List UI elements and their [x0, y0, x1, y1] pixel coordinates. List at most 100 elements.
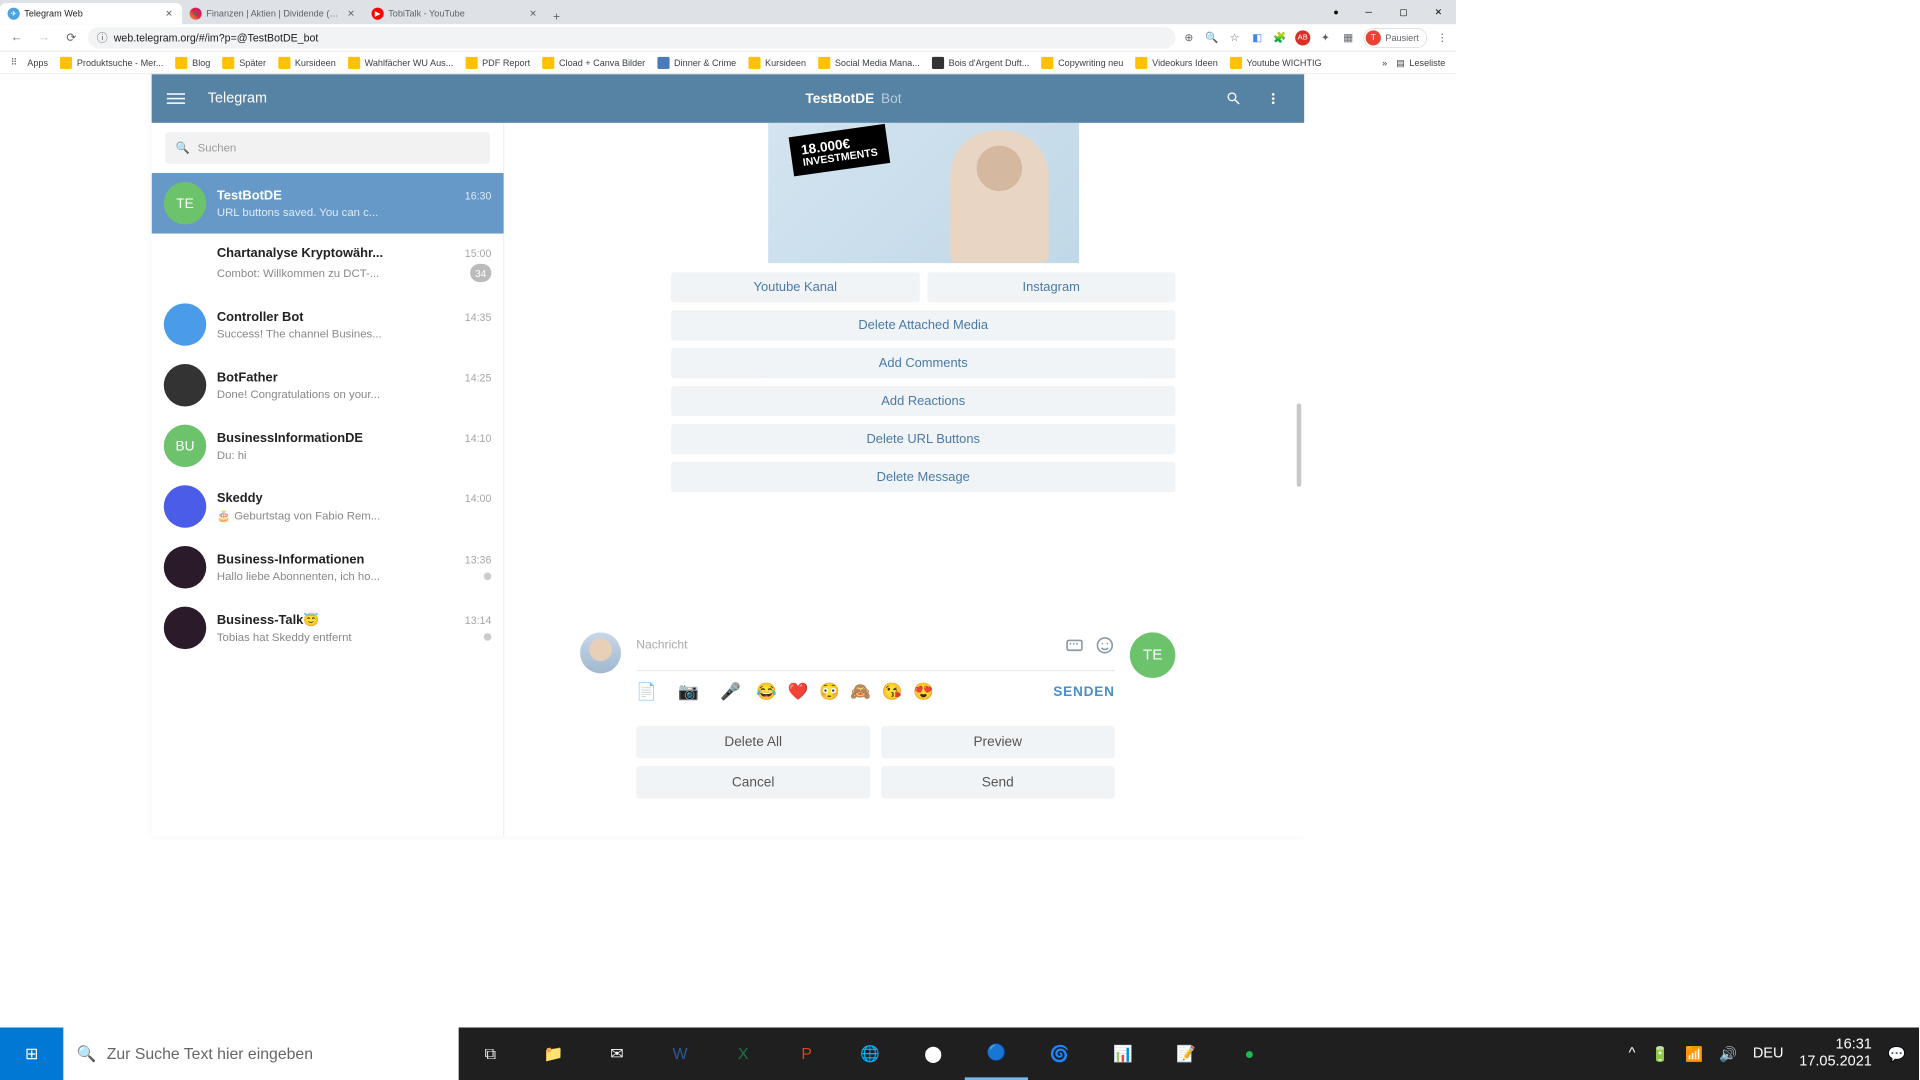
bookmark-item[interactable]: Bois d'Argent Duft...	[927, 53, 1033, 71]
emoji-quick[interactable]: 🙈	[850, 682, 871, 702]
bookmark-item[interactable]: Produktsuche - Mer...	[56, 53, 168, 71]
extension-icon[interactable]: 🧩	[1272, 30, 1287, 45]
browser-tab-1[interactable]: ✈ Telegram Web ✕	[0, 3, 182, 24]
address-bar[interactable]: ⓘ web.telegram.org/#/im?p=@TestBotDE_bot	[88, 27, 1175, 48]
bookmark-item[interactable]: Wahlfächer WU Aus...	[343, 53, 457, 71]
tray-chevron-icon[interactable]: ^	[1629, 1046, 1636, 1062]
new-tab-button[interactable]: +	[546, 11, 567, 25]
browser-tab-2[interactable]: ● Finanzen | Aktien | Dividende (@... ✕	[182, 3, 364, 24]
emoji-quick[interactable]: 😍	[913, 682, 934, 702]
extensions-menu-icon[interactable]: ✦	[1318, 30, 1333, 45]
message-input[interactable]	[636, 638, 1064, 652]
chat-item[interactable]: Business-Talk😇13:14 Tobias hat Skeddy en…	[152, 598, 504, 659]
bookmark-icon[interactable]: ☆	[1227, 30, 1242, 45]
bookmark-item[interactable]: Cload + Canva Bilder	[538, 53, 650, 71]
chat-item[interactable]: Chartanalyse Kryptowähr...15:00 Combot: …	[152, 234, 504, 295]
account-icon[interactable]: ●	[1321, 0, 1351, 24]
bookmark-item[interactable]: Kursideen	[274, 53, 341, 71]
chat-list[interactable]: TE TestBotDE16:30 URL buttons saved. You…	[152, 173, 504, 837]
back-button[interactable]: ←	[6, 27, 27, 48]
inline-btn-delete-media[interactable]: Delete Attached Media	[671, 310, 1175, 340]
chat-item[interactable]: TE TestBotDE16:30 URL buttons saved. You…	[152, 173, 504, 234]
bookmark-item[interactable]: Youtube WICHTIG	[1225, 53, 1326, 71]
close-icon[interactable]: ✕	[528, 8, 539, 19]
search-input[interactable]: 🔍 Suchen	[165, 132, 490, 164]
notepad-icon[interactable]: 📝	[1155, 1027, 1218, 1080]
camera-icon[interactable]: 📷	[678, 682, 699, 702]
bookmark-item[interactable]: Copywriting neu	[1037, 53, 1128, 71]
keyboard-icon[interactable]	[1065, 635, 1085, 655]
extension-icon[interactable]: ◧	[1250, 30, 1265, 45]
bookmark-item[interactable]: Später	[218, 53, 271, 71]
profile-button[interactable]: T Pausiert	[1363, 28, 1427, 48]
close-icon[interactable]: ✕	[164, 8, 175, 19]
bookmark-item[interactable]: Blog	[171, 53, 215, 71]
app-icon[interactable]: 📊	[1091, 1027, 1154, 1080]
reading-icon[interactable]: ▦	[1341, 30, 1356, 45]
excel-icon[interactable]: X	[712, 1027, 775, 1080]
scrollbar[interactable]	[1297, 403, 1302, 486]
action-delete-all[interactable]: Delete All	[636, 726, 870, 759]
browser-tab-3[interactable]: ▶ TobiTalk - YouTube ✕	[364, 3, 546, 24]
emoji-quick[interactable]: ❤️	[788, 682, 809, 702]
file-icon[interactable]: 📄	[636, 682, 657, 702]
emoji-quick[interactable]: 😘	[882, 682, 903, 702]
reading-list-button[interactable]: ▤Leseliste	[1392, 53, 1450, 71]
chat-item[interactable]: BotFather14:25 Done! Congratulations on …	[152, 355, 504, 416]
bookmark-item[interactable]: Social Media Mana...	[814, 53, 925, 71]
overflow-button[interactable]: »	[1378, 53, 1392, 71]
chrome-icon[interactable]: 🔵	[965, 1027, 1028, 1080]
word-icon[interactable]: W	[648, 1027, 711, 1080]
chat-item[interactable]: BU BusinessInformationDE14:10 Du: hi	[152, 416, 504, 477]
app-icon[interactable]: 🌐	[838, 1027, 901, 1080]
battery-icon[interactable]: 🔋	[1651, 1045, 1669, 1062]
action-preview[interactable]: Preview	[881, 726, 1115, 759]
start-button[interactable]: ⊞	[0, 1027, 63, 1080]
site-info-icon[interactable]: ⓘ	[97, 30, 108, 45]
maximize-button[interactable]: ▢	[1386, 0, 1421, 24]
microphone-icon[interactable]: 🎤	[720, 682, 741, 702]
zoom-icon[interactable]: 🔍	[1204, 30, 1219, 45]
obs-icon[interactable]: ⬤	[902, 1027, 965, 1080]
emoji-quick[interactable]: 😂	[756, 682, 777, 702]
adblock-icon[interactable]: AB	[1295, 30, 1310, 45]
inline-btn-youtube[interactable]: Youtube Kanal	[671, 272, 919, 302]
chat-item[interactable]: Controller Bot14:35 Success! The channel…	[152, 294, 504, 355]
chat-item[interactable]: Skeddy14:00 🎂 Geburtstag von Fabio Rem..…	[152, 476, 504, 537]
chat-item[interactable]: Business-Informationen13:36 Hallo liebe …	[152, 537, 504, 598]
emoji-icon[interactable]	[1095, 635, 1115, 655]
volume-icon[interactable]: 🔊	[1719, 1045, 1737, 1062]
notification-icon[interactable]: 💬	[1888, 1045, 1906, 1062]
close-icon[interactable]: ✕	[346, 8, 357, 19]
apps-shortcut[interactable]: ⠿Apps	[6, 53, 53, 71]
language-indicator[interactable]: DEU	[1753, 1046, 1784, 1062]
powerpoint-icon[interactable]: P	[775, 1027, 838, 1080]
search-icon[interactable]	[1225, 90, 1242, 107]
menu-button[interactable]	[167, 93, 185, 104]
bookmark-item[interactable]: Kursideen	[744, 53, 811, 71]
action-cancel[interactable]: Cancel	[636, 766, 870, 799]
wifi-icon[interactable]: 📶	[1685, 1045, 1703, 1062]
spotify-icon[interactable]: ●	[1218, 1027, 1281, 1080]
menu-icon[interactable]: ⋮	[1435, 30, 1450, 45]
reload-button[interactable]: ⟳	[61, 27, 82, 48]
explorer-icon[interactable]: 📁	[522, 1027, 585, 1080]
clock[interactable]: 16:31 17.05.2021	[1799, 1036, 1872, 1071]
my-avatar[interactable]	[580, 632, 621, 673]
emoji-quick[interactable]: 😳	[819, 682, 840, 702]
minimize-button[interactable]: ─	[1351, 0, 1386, 24]
inline-btn-delete-message[interactable]: Delete Message	[671, 462, 1175, 492]
bookmark-item[interactable]: Dinner & Crime	[653, 53, 741, 71]
action-send[interactable]: Send	[881, 766, 1115, 799]
bookmark-item[interactable]: PDF Report	[461, 53, 535, 71]
chat-title[interactable]: TestBotDE Bot	[504, 91, 1202, 107]
send-button[interactable]: SENDEN	[1053, 684, 1114, 700]
mail-icon[interactable]: ✉	[585, 1027, 648, 1080]
close-button[interactable]: ✕	[1421, 0, 1456, 24]
install-icon[interactable]: ⊕	[1181, 30, 1196, 45]
bookmark-item[interactable]: Videokurs Ideen	[1131, 53, 1222, 71]
bot-avatar[interactable]: TE	[1130, 632, 1175, 677]
taskbar-search[interactable]: 🔍 Zur Suche Text hier eingeben	[63, 1027, 458, 1080]
more-icon[interactable]	[1265, 90, 1282, 107]
inline-btn-add-reactions[interactable]: Add Reactions	[671, 386, 1175, 416]
